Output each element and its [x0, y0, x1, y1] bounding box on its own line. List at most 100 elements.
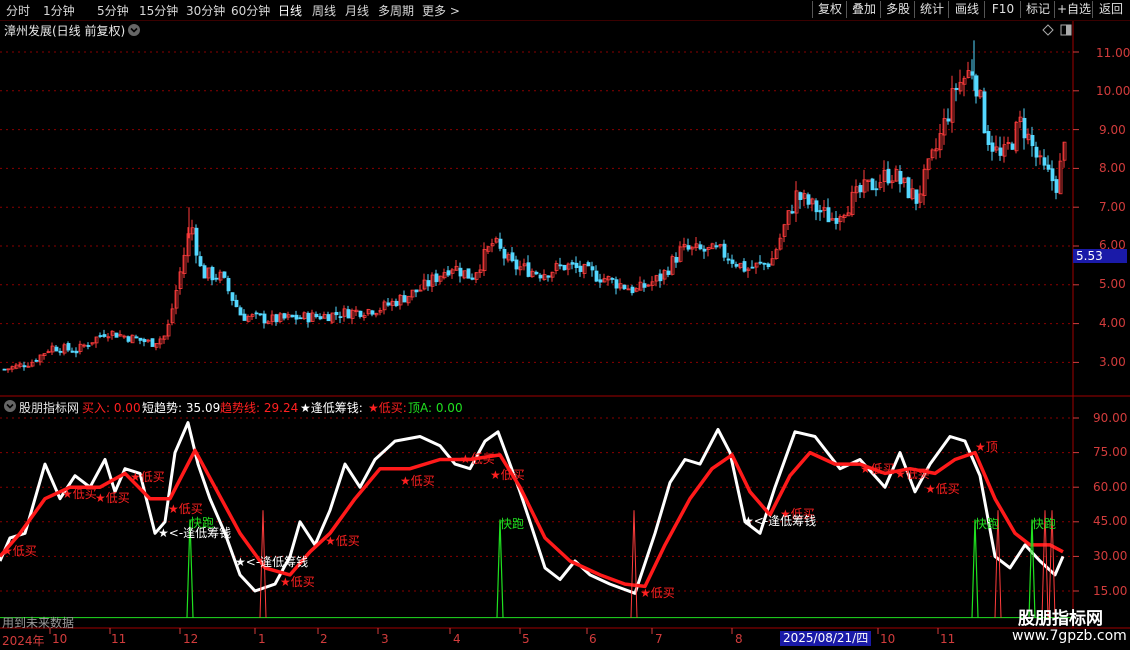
chevron-down-icon[interactable]	[127, 23, 141, 37]
candle-body	[1054, 179, 1059, 193]
low-buy-label: ★低买	[925, 482, 960, 496]
candle-body	[558, 264, 563, 267]
candle-body	[254, 312, 259, 315]
candle-body	[22, 365, 27, 368]
run-signal-spike	[971, 519, 979, 618]
candle-body	[34, 360, 39, 362]
candle-body	[314, 313, 319, 318]
candle-body	[230, 292, 235, 301]
price-label: 9.00	[1099, 123, 1126, 137]
candle-body	[98, 335, 103, 337]
candle-body	[306, 312, 311, 323]
candle-body	[514, 259, 519, 270]
indicator-name[interactable]: 股朋指标网	[19, 399, 79, 416]
candle-body	[142, 339, 147, 343]
candle-body	[54, 346, 59, 352]
candle-body	[346, 309, 351, 319]
run-label: 快跑	[500, 517, 525, 531]
candle-body	[698, 244, 703, 250]
low-buy-label: ★低买	[860, 462, 895, 476]
candle-body	[434, 273, 439, 283]
low-buy-label: ★低买	[95, 491, 130, 505]
indicator-scale-label: 45.00	[1093, 514, 1128, 528]
legend-low-buy: ★低买:	[368, 401, 407, 415]
candle-body	[234, 299, 239, 308]
low-buy-label: ★低买	[2, 544, 37, 558]
candle-body	[870, 178, 875, 191]
candle-body	[222, 271, 227, 278]
candle-body	[598, 279, 603, 283]
candle-body	[858, 184, 863, 193]
candle-body	[370, 310, 375, 315]
month-label: 10	[880, 632, 896, 646]
month-label: 3	[381, 632, 389, 646]
legend-buy: 买入: 0.00	[82, 401, 141, 415]
candle-body	[834, 217, 839, 224]
kline-chart-canvas[interactable]	[0, 0, 1130, 650]
legend-trend-line: 趋势线: 29.24	[220, 401, 299, 415]
run-signal-spike	[496, 519, 504, 618]
candle-body	[702, 248, 707, 252]
candle-body	[534, 271, 539, 275]
candle-body	[1050, 168, 1055, 182]
candle-body	[502, 248, 507, 259]
candle-body	[198, 256, 203, 267]
chevron-down-icon[interactable]	[3, 399, 17, 413]
candle-body	[498, 238, 503, 249]
future-data-note: 用到未来数据	[2, 616, 75, 630]
candle-body	[458, 267, 463, 277]
low-buy-label: ★低买	[400, 474, 435, 488]
candle-body	[986, 131, 991, 145]
candle-body	[998, 147, 1003, 156]
candle-body	[334, 311, 339, 316]
candle-body	[726, 258, 731, 261]
candle-body	[2, 368, 7, 371]
candle-body	[1046, 164, 1051, 170]
month-label: 11	[940, 632, 956, 646]
candle-body	[982, 91, 987, 134]
candle-body	[818, 210, 823, 213]
candle-body	[954, 87, 959, 90]
diamond-icon[interactable]	[1042, 24, 1054, 36]
buy-signal-spike	[630, 510, 638, 618]
watermark-title: 股朋指标网	[1018, 609, 1103, 629]
indicator-series	[0, 421, 1073, 619]
low-buy-label: ★顶	[975, 440, 998, 454]
indicator-scale-label: 30.00	[1093, 549, 1128, 563]
month-label: 8	[735, 632, 743, 646]
candle-body	[538, 274, 543, 279]
month-label: 1	[258, 632, 266, 646]
month-label: 6	[589, 632, 597, 646]
candle-body	[290, 314, 295, 318]
candle-body	[86, 345, 91, 347]
candle-body	[666, 270, 671, 275]
candle-body	[238, 307, 243, 316]
chip-collect-label: ★<-逢低筹钱	[743, 514, 817, 528]
candle-body	[194, 227, 199, 256]
selected-date-tag: 2025/08/21/四	[780, 631, 872, 646]
candle-body	[318, 316, 323, 320]
candle-body	[974, 75, 979, 97]
site-watermark: 股朋指标网 www.7gpzb.com	[1000, 600, 1130, 650]
price-label: 10.00	[1096, 84, 1130, 98]
panel-toggle-icon[interactable]	[1060, 24, 1072, 36]
current-price-tag: 5.53	[1073, 249, 1127, 263]
candle-body	[790, 211, 795, 214]
candle-body	[226, 278, 231, 292]
candle-body	[326, 314, 331, 322]
candle-body	[686, 245, 691, 250]
candle-body	[74, 350, 79, 354]
indicator-scale-label: 75.00	[1093, 445, 1128, 459]
candle-body	[562, 264, 567, 271]
candle-body	[1010, 143, 1015, 150]
low-buy-label: ★低买	[280, 575, 315, 589]
watermark-url: www.7gpzb.com	[1012, 628, 1127, 644]
candle-body	[210, 266, 215, 281]
candle-body	[874, 188, 879, 191]
candle-body	[722, 243, 727, 258]
candle-body	[338, 316, 343, 319]
candle-body	[526, 262, 531, 277]
stock-title: 漳州发展(日线 前复权)	[4, 24, 126, 38]
candle-body	[202, 265, 207, 279]
candle-body	[274, 314, 279, 323]
